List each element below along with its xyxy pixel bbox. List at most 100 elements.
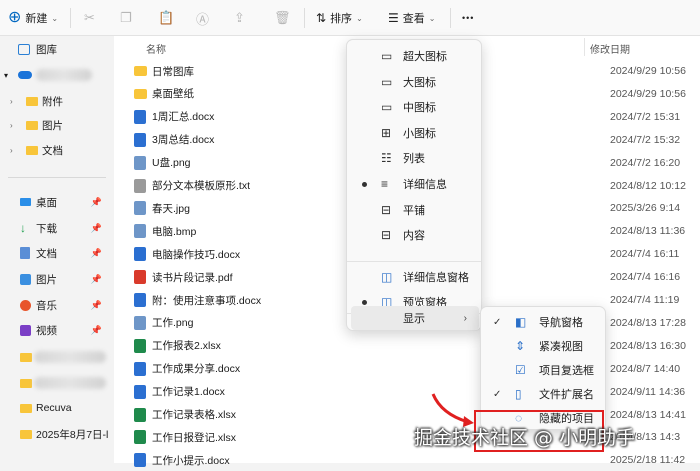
sidebar-item-pictures[interactable]: 图片 📌 (0, 268, 112, 290)
menu-item-view[interactable]: ⊞ 小图标 (351, 121, 479, 145)
copy-icon[interactable]: ❐ (120, 7, 132, 29)
file-date: 2024/7/2 16:20 (610, 156, 681, 169)
table-row[interactable]: 工作记录1.docx 2024/9/11 14:36 (134, 381, 694, 403)
folder-icon (26, 120, 38, 130)
menu-item-view[interactable]: ▭ 超大图标 (351, 44, 479, 68)
file-name: 工作日报登记.xlsx (152, 431, 236, 444)
table-row[interactable]: 工作成果分享.docx 2024/8/7 14:40 (134, 358, 694, 380)
menu-item-pane[interactable]: ◫ 详细信息窗格 (351, 265, 479, 289)
menu-item-label: 大图标 (403, 76, 436, 89)
table-row[interactable]: 工作报表2.xlsx 2024/8/13 16:30 (134, 335, 694, 357)
folder-icon (20, 352, 32, 362)
sidebar-item-label: 图片 (42, 119, 63, 132)
sidebar-item-documents-od[interactable]: › 文档 (0, 139, 112, 161)
sidebar-item-downloads[interactable]: ↓ 下载 📌 (0, 217, 112, 239)
submenu-item[interactable]: ✓ ◧ 导航窗格 (485, 309, 601, 335)
file-name: 工作报表2.xlsx (152, 340, 221, 353)
file-icon (134, 430, 146, 445)
content-icon: ⊟ (381, 228, 392, 243)
sidebar-item-label: 图片 (36, 273, 57, 286)
share-icon[interactable]: ⇪ (234, 7, 245, 29)
submenu-item-label: 紧凑视图 (539, 341, 583, 353)
table-row[interactable]: 工作小提示.docx 2025/2/18 11:42 (134, 449, 694, 471)
sidebar-item-dated-folder[interactable]: 2025年8月7日-l (0, 423, 112, 445)
chevron-down-icon: ⌄ (356, 13, 363, 23)
file-name: 工作.png (152, 317, 194, 330)
menu-item-view[interactable]: ▭ 中图标 (351, 95, 479, 119)
file-name: 桌面壁纸 (152, 88, 194, 101)
blurred-folder-name (34, 377, 106, 389)
sidebar-item-music[interactable]: 音乐 📌 (0, 294, 112, 316)
view-label: 查看 (402, 13, 425, 25)
file-icon (134, 132, 146, 147)
more-options-button[interactable]: ••• (462, 7, 474, 29)
sidebar-item-documents[interactable]: 文档 📌 (0, 242, 112, 264)
submenu-item[interactable]: ☑ 项目复选框 (485, 357, 601, 383)
menu-item-view[interactable]: ⊟ 内容 (351, 223, 479, 247)
file-name: 工作记录1.docx (152, 386, 225, 399)
new-button[interactable]: ⊕ 新建 ⌄ (8, 7, 58, 29)
sort-label: 排序 (330, 13, 353, 25)
column-header-name[interactable]: 名称 (146, 41, 166, 56)
menu-item-view[interactable]: ≡ 详细信息 (351, 172, 479, 196)
command-bar: ⊕ 新建 ⌄ ✂ ❐ 📋 Ⓐ ⇪ 🗑 ⇅ 排序 ⌄ ☰ 查看 ⌄ ••• (0, 0, 700, 36)
file-date: 2024/8/13 17:28 (610, 316, 686, 329)
checkmark-icon: ✓ (493, 388, 502, 400)
menu-item-show[interactable]: 显示 › (351, 306, 479, 330)
sidebar-item-videos[interactable]: 视频 📌 (0, 319, 112, 341)
compact-view-icon: ⇕ (515, 339, 526, 353)
folder-icon (134, 88, 147, 99)
file-icon (134, 224, 146, 239)
sidebar-item-label: 文档 (36, 247, 57, 260)
menu-item-label: 详细信息窗格 (403, 272, 469, 284)
file-name: 附：使用注意事项.docx (152, 294, 262, 307)
menu-item-view[interactable]: ⊟ 平铺 (351, 198, 479, 222)
rename-icon[interactable]: Ⓐ (196, 7, 209, 29)
sidebar-item-desktop[interactable]: 桌面 📌 (0, 191, 112, 213)
column-header-date[interactable]: 修改日期 (590, 41, 630, 56)
sidebar-item-blurred-1[interactable] (0, 346, 112, 368)
details-pane-icon: ◫ (381, 270, 393, 284)
view-button[interactable]: ☰ 查看 ⌄ (388, 7, 435, 29)
file-icon (134, 338, 146, 353)
monitor-icon: ▭ (381, 49, 393, 63)
submenu-item[interactable]: ✓ ▯ 文件扩展名 (485, 381, 601, 407)
menu-item-label: 列表 (403, 153, 425, 166)
delete-icon[interactable]: 🗑 (274, 7, 291, 29)
chevron-right-icon: › (463, 312, 467, 324)
file-date: 2024/7/2 15:32 (610, 133, 681, 146)
menu-item-label: 平铺 (403, 204, 425, 217)
checkmark-icon: ✓ (493, 316, 502, 328)
sidebar-item-attachments[interactable]: › 附件 (0, 90, 112, 112)
sidebar-item-onedrive[interactable]: ▾ (0, 64, 112, 86)
blurred-account-name (36, 69, 92, 81)
sort-button[interactable]: ⇅ 排序 ⌄ (316, 7, 363, 29)
cut-icon[interactable]: ✂ (84, 7, 95, 29)
folder-icon (20, 378, 32, 388)
list-icon: ☷ (381, 151, 392, 166)
menu-item-label: 小图标 (403, 127, 436, 140)
file-date: 2024/7/4 16:16 (610, 271, 681, 284)
music-icon (20, 299, 31, 311)
submenu-item[interactable]: ⇕ 紧凑视图 (485, 333, 601, 359)
sidebar-item-recuva[interactable]: Recuva (0, 397, 112, 419)
submenu-item-label: 文件扩展名 (539, 389, 594, 401)
file-icon (134, 201, 146, 216)
file-date: 2024/9/29 10:56 (610, 65, 686, 77)
paste-icon[interactable]: 📋 (158, 7, 174, 29)
sidebar-item-label: Recuva (36, 402, 72, 414)
sidebar-item-blurred-2[interactable] (0, 372, 112, 394)
menu-item-view[interactable]: ▭ 大图标 (351, 70, 479, 94)
gallery-icon (18, 43, 30, 55)
pin-icon: 📌 (90, 196, 102, 207)
file-icon (134, 270, 146, 285)
sidebar-item-gallery[interactable]: 图库 (0, 38, 112, 60)
file-icon (134, 315, 146, 330)
menu-item-view[interactable]: ☷ 列表 (351, 146, 479, 170)
file-name: 电脑操作技巧.docx (152, 248, 241, 261)
folder-icon (134, 66, 147, 76)
file-icon (134, 407, 146, 422)
sidebar-item-label: 图库 (36, 43, 57, 56)
sidebar-item-pictures-od[interactable]: › 图片 (0, 114, 112, 136)
document-icon (20, 247, 30, 259)
